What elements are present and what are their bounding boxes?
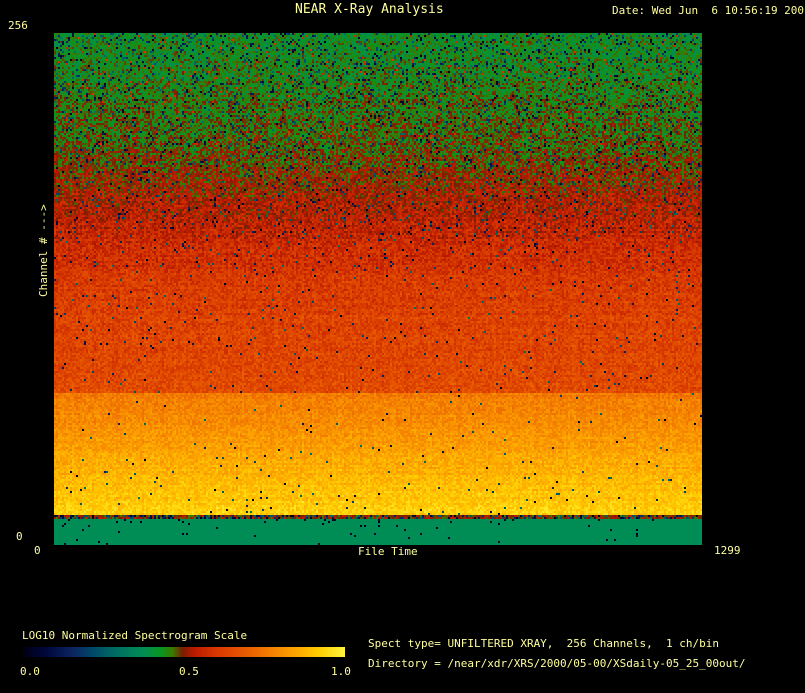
directory-info: Directory = /near/xdr/XRS/2000/05-00/XSd… [368,658,746,670]
near-xray-analysis-window: NEAR X-Ray Analysis Date: Wed Jun 6 10:5… [0,0,805,693]
spectrogram-heatmap [54,33,702,545]
x-axis-min-tick: 0 [34,545,41,557]
y-axis-max-tick: 256 [8,20,28,32]
colorbar-tick-0: 0.0 [20,666,40,678]
colorbar-tick-1: 1.0 [331,666,351,678]
colorbar-gradient [23,647,345,657]
colorbar-tick-05: 0.5 [179,666,199,678]
y-axis-min-tick: 0 [16,531,23,543]
x-axis-max-tick: 1299 [714,545,741,557]
datetime-label: Date: Wed Jun 6 10:56:19 2001 [612,5,805,17]
spect-type-info: Spect type= UNFILTERED XRAY, 256 Channel… [368,638,719,650]
x-axis-label: File Time [358,546,418,558]
colorbar-title: LOG10 Normalized Spectrogram Scale [22,630,247,642]
page-title: NEAR X-Ray Analysis [295,4,444,16]
y-axis-label: Channel # ---> [38,204,50,297]
